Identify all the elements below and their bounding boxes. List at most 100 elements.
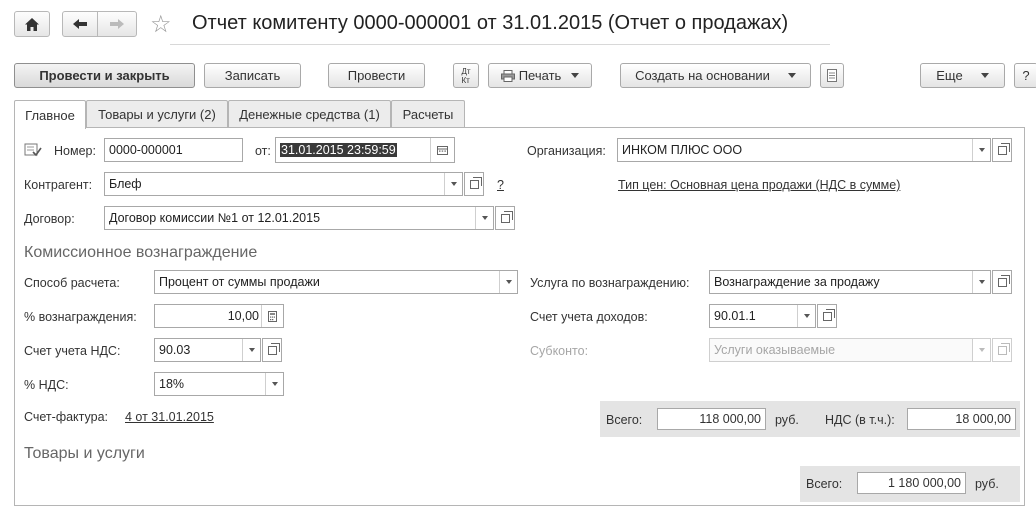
print-button[interactable]: Печать — [488, 63, 592, 88]
window-title: Отчет комитенту 0000-000001 от 31.01.201… — [192, 12, 789, 34]
more-button[interactable]: Еще — [920, 63, 1005, 88]
tab-goods-services[interactable]: Товары и услуги (2) — [86, 100, 228, 128]
open-icon — [500, 210, 513, 223]
counterparty-value: Блеф — [109, 177, 142, 191]
service-value: Вознаграждение за продажу — [714, 275, 880, 289]
date-field[interactable]: 31.01.2015 23:59:59 — [275, 137, 455, 163]
commission-percent-field[interactable]: 10,00 — [154, 304, 284, 328]
chevron-down-icon[interactable] — [242, 339, 260, 361]
chevron-down-icon[interactable] — [475, 207, 493, 229]
home-button[interactable] — [14, 11, 50, 37]
subconto-value: Услуги оказываемые — [714, 343, 836, 357]
title-divider — [170, 44, 830, 45]
document-check-icon — [24, 143, 42, 157]
open-icon — [267, 342, 280, 355]
arrow-right-icon — [110, 19, 124, 29]
chevron-down-icon[interactable] — [499, 271, 517, 293]
document-icon — [827, 69, 837, 82]
tab-main[interactable]: Главное — [14, 100, 86, 129]
post-button[interactable]: Провести — [328, 63, 425, 88]
vat-included-field: 18 000,00 — [907, 408, 1016, 430]
dtkt-button[interactable]: Дт Кт — [453, 63, 479, 88]
goods-section-title: Товары и услуги — [24, 445, 145, 462]
open-icon — [997, 274, 1010, 287]
goods-total-field: 1 180 000,00 — [857, 472, 966, 494]
arrow-left-icon — [73, 19, 87, 29]
service-label: Услуга по вознаграждению: — [530, 276, 690, 290]
organization-open-button[interactable] — [992, 138, 1012, 162]
subconto-open-button — [992, 338, 1012, 362]
chevron-down-icon[interactable] — [444, 173, 462, 195]
tab-settlements[interactable]: Расчеты — [391, 100, 465, 128]
goods-currency: руб. — [975, 477, 999, 491]
chevron-down-icon[interactable] — [972, 271, 990, 293]
home-icon — [25, 17, 39, 31]
open-icon — [469, 176, 482, 189]
contract-field[interactable]: Договор комиссии №1 от 12.01.2015 — [104, 206, 494, 230]
calculator-icon[interactable] — [261, 305, 283, 327]
counterparty-help-link[interactable]: ? — [497, 178, 504, 192]
goods-total-label: Всего: — [806, 477, 843, 491]
dtkt-icon: Дт Кт — [461, 66, 471, 85]
help-button[interactable]: ? — [1014, 63, 1036, 88]
vat-account-value: 90.03 — [159, 343, 191, 357]
vat-percent-select[interactable]: 18% — [154, 372, 284, 396]
forward-button[interactable] — [97, 11, 137, 37]
contract-value: Договор комиссии №1 от 12.01.2015 — [109, 211, 321, 225]
chevron-down-icon[interactable] — [265, 373, 283, 395]
chevron-down-icon[interactable] — [972, 139, 990, 161]
open-icon — [822, 308, 835, 321]
vat-account-label: Счет учета НДС: — [24, 344, 121, 358]
service-field[interactable]: Вознаграждение за продажу — [709, 270, 991, 294]
income-account-open-button[interactable] — [817, 304, 837, 328]
contract-label: Договор: — [24, 212, 75, 226]
date-value: 31.01.2015 23:59:59 — [280, 143, 397, 157]
contract-open-button[interactable] — [495, 206, 515, 230]
commission-percent-value: 10,00 — [227, 309, 259, 323]
favorite-star-icon[interactable]: ☆ — [150, 10, 172, 39]
printer-icon — [500, 69, 515, 82]
chevron-down-icon — [980, 73, 989, 78]
open-icon — [997, 142, 1010, 155]
vat-included-label: НДС (в т.ч.): — [825, 413, 895, 427]
commission-total-label: Всего: — [606, 413, 643, 427]
calc-method-select[interactable]: Процент от суммы продажи — [154, 270, 518, 294]
chevron-down-icon — [571, 73, 580, 78]
report-button[interactable] — [820, 63, 844, 88]
counterparty-label: Контрагент: — [24, 178, 93, 192]
commission-percent-label: % вознаграждения: — [24, 310, 137, 324]
invoice-label: Счет-фактура: — [24, 410, 109, 424]
back-button[interactable] — [62, 11, 98, 37]
number-field[interactable]: 0000-000001 — [104, 138, 243, 162]
chevron-down-icon — [972, 339, 990, 361]
calendar-icon[interactable] — [430, 138, 454, 162]
organization-field[interactable]: ИНКОМ ПЛЮС ООО — [617, 138, 991, 162]
more-label: Еще — [936, 68, 963, 83]
subconto-label: Субконто: — [530, 344, 589, 358]
chevron-down-icon[interactable] — [797, 305, 815, 327]
vat-account-open-button[interactable] — [262, 338, 282, 362]
create-based-on-button[interactable]: Создать на основании — [620, 63, 811, 88]
price-type-link[interactable]: Тип цен: Основная цена продажи (НДС в су… — [618, 178, 900, 192]
open-icon — [997, 342, 1010, 355]
commission-currency: руб. — [775, 413, 799, 427]
counterparty-field[interactable]: Блеф — [104, 172, 463, 196]
save-button[interactable]: Записать — [204, 63, 301, 88]
vat-account-field[interactable]: 90.03 — [154, 338, 261, 362]
organization-label: Организация: — [527, 144, 606, 158]
chevron-down-icon — [787, 73, 796, 78]
income-account-field[interactable]: 90.01.1 — [709, 304, 816, 328]
vat-percent-value: 18% — [159, 377, 185, 391]
counterparty-open-button[interactable] — [464, 172, 484, 196]
tab-cash[interactable]: Денежные средства (1) — [228, 100, 391, 128]
commission-section-title: Комиссионное вознаграждение — [24, 244, 258, 261]
post-and-close-button[interactable]: Провести и закрыть — [14, 63, 195, 88]
invoice-link[interactable]: 4 от 31.01.2015 — [125, 410, 214, 424]
income-account-label: Счет учета доходов: — [530, 310, 648, 324]
service-open-button[interactable] — [992, 270, 1012, 294]
date-label: от: — [255, 144, 271, 158]
commission-total-field: 118 000,00 — [657, 408, 766, 430]
number-label: Номер: — [54, 144, 96, 158]
create-based-on-label: Создать на основании — [635, 68, 770, 83]
calc-method-label: Способ расчета: — [24, 276, 120, 290]
